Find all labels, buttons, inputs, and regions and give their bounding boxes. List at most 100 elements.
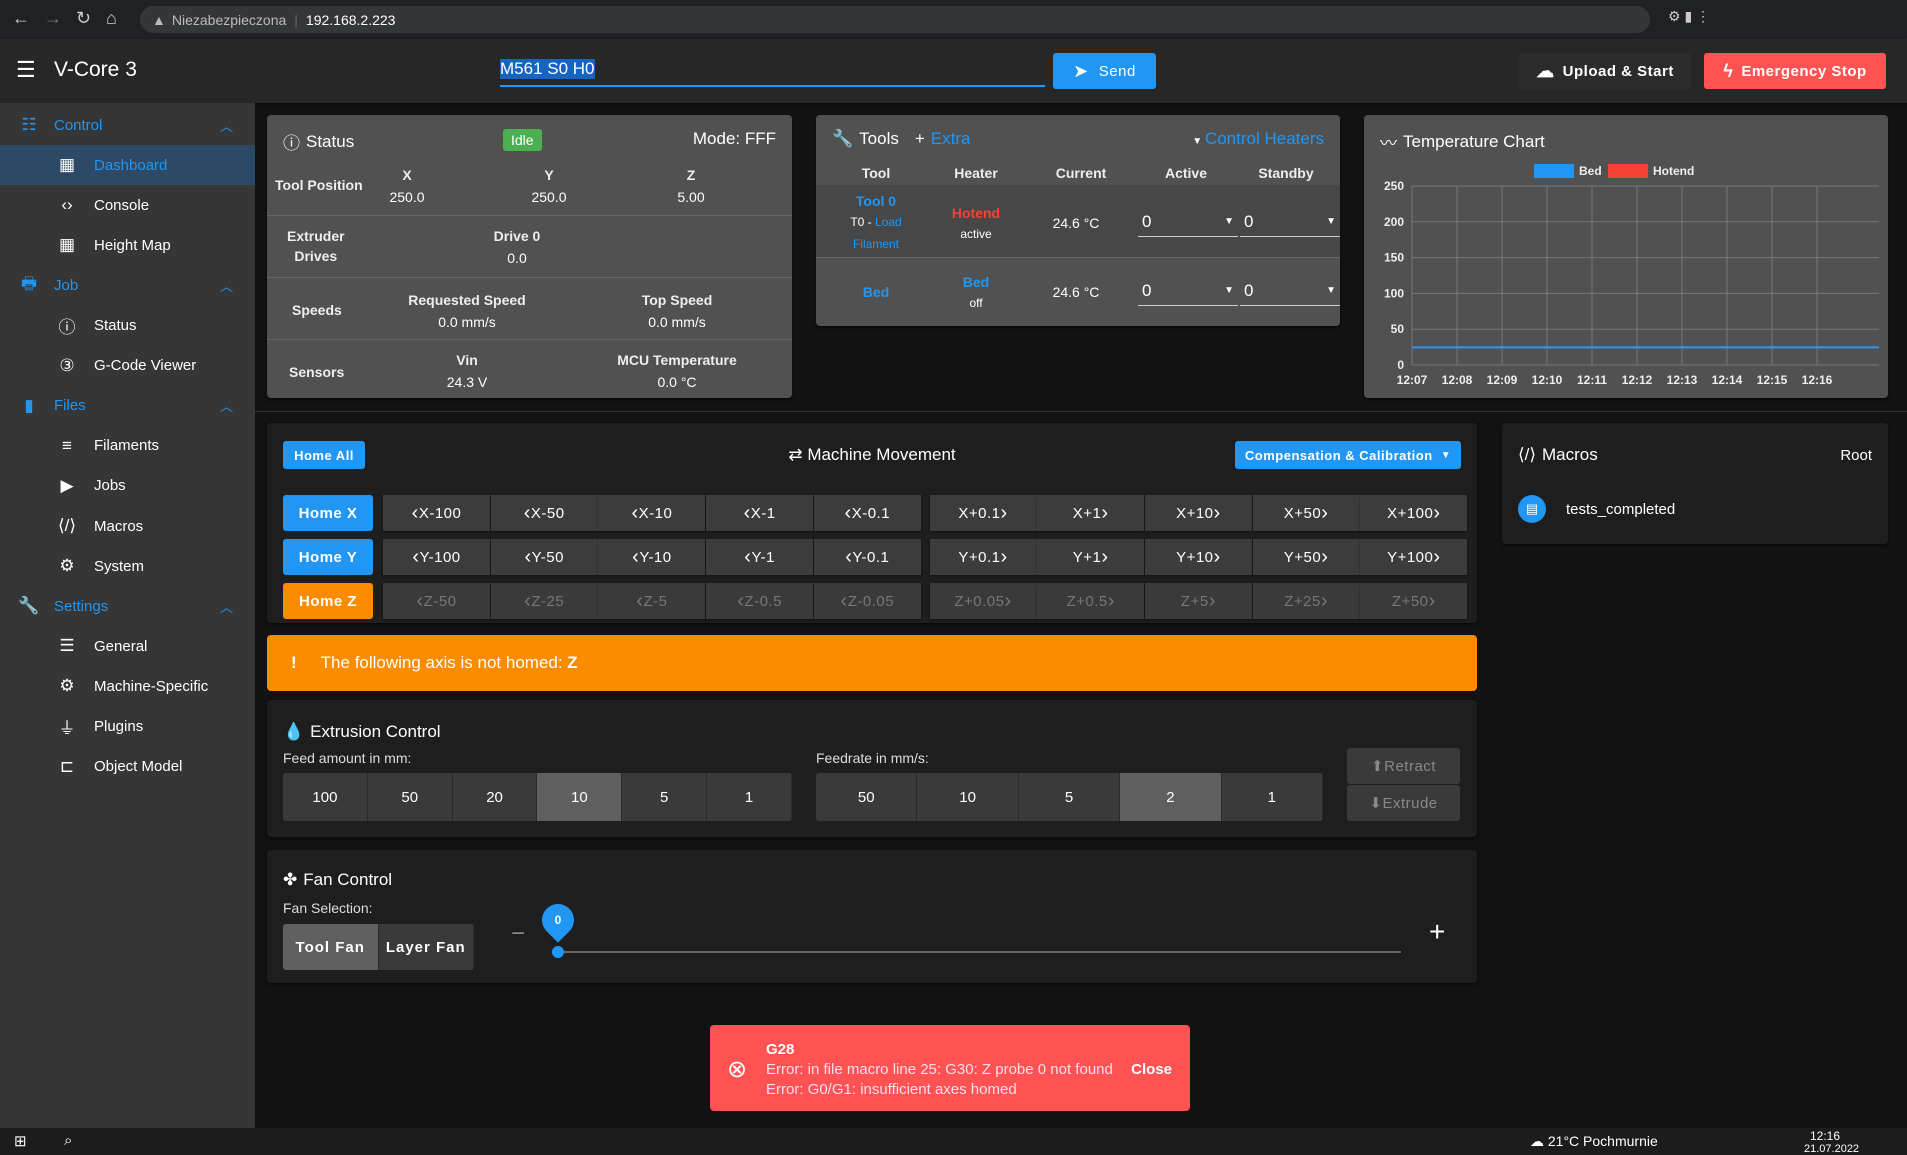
feed-amount-option[interactable]: 1 xyxy=(707,773,792,821)
bed-heater-link[interactable]: Bed xyxy=(931,274,1021,290)
fan-option[interactable]: Tool Fan xyxy=(283,924,379,970)
move-button[interactable]: X+100 › xyxy=(1360,495,1468,531)
feed-amount-option[interactable]: 20 xyxy=(452,773,538,821)
move-button[interactable]: X+1 › xyxy=(1037,495,1145,531)
move-button[interactable]: ‹ Z-50 xyxy=(383,583,490,619)
send-button[interactable]: ➤ Send xyxy=(1053,53,1156,89)
reload-icon[interactable]: ↻ xyxy=(76,8,91,29)
move-button[interactable]: ‹ Y-50 xyxy=(490,539,598,575)
feedrate-option[interactable]: 5 xyxy=(1018,773,1121,821)
move-button[interactable]: Y+50 › xyxy=(1252,539,1360,575)
sidebar-item-jobs[interactable]: ▶ Jobs xyxy=(0,466,255,506)
emergency-stop-button[interactable]: ϟ Emergency Stop xyxy=(1704,53,1886,89)
sidebar-item-g-code-viewer[interactable]: ③ G-Code Viewer xyxy=(0,346,255,386)
move-button[interactable]: ‹ Y-1 xyxy=(706,539,814,575)
forward-icon[interactable]: → xyxy=(44,8,62,29)
root-breadcrumb[interactable]: Root xyxy=(1840,447,1872,464)
sidebar-item-status[interactable]: ⓘ Status xyxy=(0,306,255,346)
minus-icon[interactable]: − xyxy=(511,920,525,948)
filament-link[interactable]: Filament xyxy=(831,237,921,251)
active-temp-select[interactable]: 0 ▼ xyxy=(1138,207,1238,237)
hotend-heater-link[interactable]: Hotend xyxy=(931,205,1021,221)
move-button[interactable]: Y+1 › xyxy=(1037,539,1145,575)
move-button[interactable]: Z+25 › xyxy=(1252,583,1360,619)
move-button[interactable]: ‹ Y-0.1 xyxy=(813,539,921,575)
sidebar-item-height-map[interactable]: ▦ Height Map xyxy=(0,225,255,265)
feed-amount-option[interactable]: 10 xyxy=(537,773,623,821)
move-button[interactable]: ‹ Y-10 xyxy=(598,539,706,575)
sidebar-item-macros[interactable]: ⟨/⟩ Macros xyxy=(0,506,255,546)
fan-slider[interactable] xyxy=(558,951,1401,953)
move-button[interactable]: X+50 › xyxy=(1252,495,1360,531)
sidebar-item-settings[interactable]: 🔧 Settings ︿ xyxy=(0,586,255,626)
retract-button[interactable]: ⬆ Retract xyxy=(1347,748,1460,784)
upload-start-button[interactable]: ☁ Upload & Start xyxy=(1519,53,1691,89)
sidebar-item-system[interactable]: ⚙ System xyxy=(0,546,255,586)
search-icon[interactable]: ⌕ xyxy=(64,1132,72,1149)
move-button[interactable]: ‹ X-100 xyxy=(383,495,490,531)
move-button[interactable]: ‹ X-1 xyxy=(706,495,814,531)
move-button[interactable]: ‹ Z-25 xyxy=(490,583,598,619)
back-icon[interactable]: ← xyxy=(12,8,30,29)
bed-link[interactable]: Bed xyxy=(831,284,921,300)
move-button[interactable]: Y+100 › xyxy=(1360,539,1468,575)
slider-thumb[interactable] xyxy=(552,946,564,958)
sidebar-item-files[interactable]: ▮ Files ︿ xyxy=(0,386,255,426)
menu-icon[interactable]: ☰ xyxy=(16,57,36,83)
command-input[interactable]: M561 S0 H0 xyxy=(500,55,1045,87)
move-button[interactable]: Y+10 › xyxy=(1144,539,1252,575)
close-button[interactable]: Close xyxy=(1131,1061,1172,1078)
address-bar[interactable]: ▲ Niezabezpieczona | 192.168.2.223 xyxy=(140,6,1650,33)
move-button[interactable]: Z+5 › xyxy=(1144,583,1252,619)
plus-icon[interactable]: + xyxy=(1429,916,1445,948)
tool-0-link[interactable]: Tool 0 xyxy=(831,193,921,209)
home-icon[interactable]: ⌂ xyxy=(106,8,117,29)
macro-item[interactable]: ▤ tests_completed xyxy=(1518,495,1675,523)
extrude-button[interactable]: ⬇ Extrude xyxy=(1347,785,1460,821)
active-temp-select[interactable]: 0 ▼ xyxy=(1138,276,1238,306)
sidebar-item-control[interactable]: ☷ Control ︿ xyxy=(0,105,255,145)
sidebar-item-machine-specific[interactable]: ⚙ Machine-Specific xyxy=(0,666,255,706)
home-y-button[interactable]: Home Y xyxy=(283,539,373,575)
move-button[interactable]: X+10 › xyxy=(1144,495,1252,531)
feedrate-option[interactable]: 2 xyxy=(1120,773,1222,821)
standby-temp-select[interactable]: 0 ▼ xyxy=(1240,207,1340,237)
fan-option[interactable]: Layer Fan xyxy=(378,924,474,970)
move-button[interactable]: X+0.1 › xyxy=(929,495,1037,531)
move-button[interactable]: ‹ Z-0.05 xyxy=(813,583,921,619)
feed-amount-option[interactable]: 50 xyxy=(367,773,453,821)
feed-amount-option[interactable]: 100 xyxy=(283,773,368,821)
extra-button[interactable]: Extra xyxy=(931,129,971,149)
move-button[interactable]: Z+0.5 › xyxy=(1037,583,1145,619)
move-button[interactable]: ‹ X-0.1 xyxy=(813,495,921,531)
home-x-button[interactable]: Home X xyxy=(283,495,373,531)
feedrate-option[interactable]: 10 xyxy=(917,773,1019,821)
standby-temp-select[interactable]: 0 ▼ xyxy=(1240,276,1340,306)
feedrate-option[interactable]: 1 xyxy=(1221,773,1323,821)
arrow-down-icon: ⬇ xyxy=(1369,795,1383,812)
move-button[interactable]: ‹ X-10 xyxy=(598,495,706,531)
sidebar-item-filaments[interactable]: ≡ Filaments xyxy=(0,426,255,466)
move-button[interactable]: Z+0.05 › xyxy=(929,583,1037,619)
extensions-icon[interactable]: ⚙ ▮ ⋮ xyxy=(1668,8,1710,25)
sidebar-item-plugins[interactable]: ⏚ Plugins xyxy=(0,707,255,747)
compensation-calibration-button[interactable]: Compensation & Calibration ▼ xyxy=(1235,441,1461,469)
sidebar-item-job[interactable]: 🖶 Job ︿ xyxy=(0,265,255,305)
load-filament-link[interactable]: Load xyxy=(875,215,902,229)
move-button[interactable]: ‹ Z-5 xyxy=(598,583,706,619)
feedrate-option[interactable]: 50 xyxy=(816,773,918,821)
sidebar-item-dashboard[interactable]: ▦ Dashboard xyxy=(0,145,255,186)
move-button[interactable]: Z+50 › xyxy=(1360,583,1468,619)
upload-label: Upload & Start xyxy=(1562,62,1674,80)
sidebar-item-object-model[interactable]: ⊏ Object Model xyxy=(0,747,255,787)
home-z-button[interactable]: Home Z xyxy=(283,583,373,619)
move-button[interactable]: ‹ X-50 xyxy=(490,495,598,531)
move-button[interactable]: Y+0.1 › xyxy=(929,539,1037,575)
move-button[interactable]: ‹ Z-0.5 xyxy=(706,583,814,619)
sidebar-item-general[interactable]: ☰ General xyxy=(0,626,255,666)
windows-start-icon[interactable]: ⊞ xyxy=(14,1132,27,1150)
sidebar-item-console[interactable]: ‹› Console xyxy=(0,185,255,225)
move-button[interactable]: ‹ Y-100 xyxy=(383,539,490,575)
feed-amount-option[interactable]: 5 xyxy=(622,773,708,821)
control-heaters-button[interactable]: ▼ Control Heaters xyxy=(1192,129,1324,149)
